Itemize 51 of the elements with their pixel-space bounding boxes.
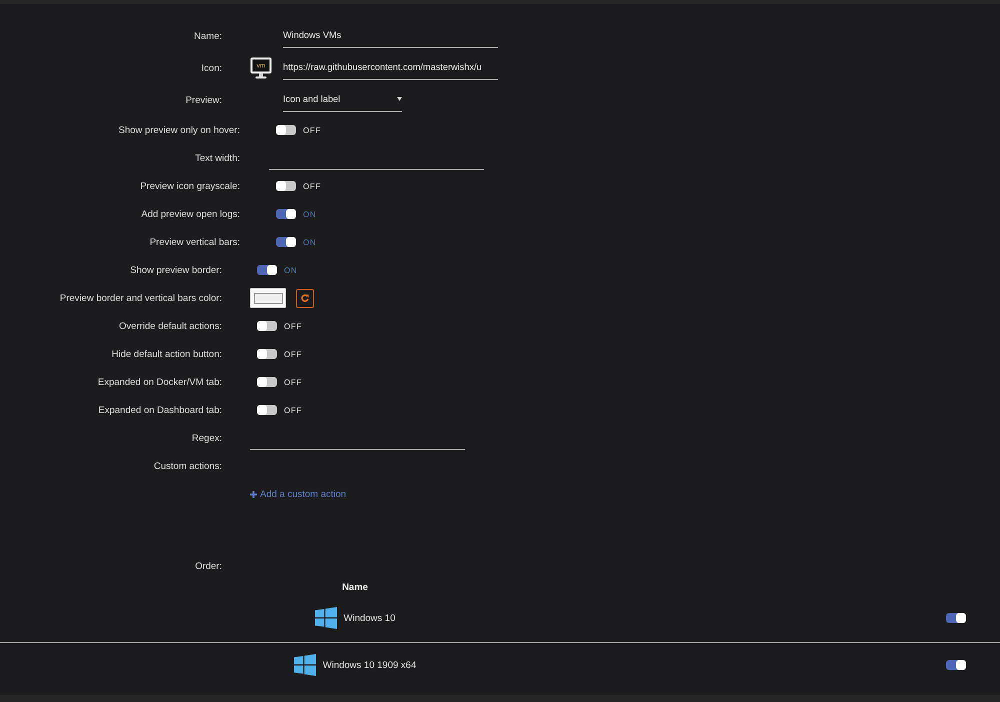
toggle-state-text: OFF bbox=[303, 126, 322, 134]
field-label: Override default actions: bbox=[119, 320, 222, 332]
toggle-state-text: ON bbox=[284, 266, 298, 274]
field-label: Expanded on Docker/VM tab: bbox=[98, 376, 222, 388]
vm-name: Windows 10 bbox=[344, 612, 396, 624]
toggle-switch[interactable] bbox=[257, 405, 277, 415]
field-label: Add preview open logs: bbox=[141, 208, 240, 220]
field-label: Preview icon grayscale: bbox=[140, 180, 240, 192]
toggle-switch[interactable] bbox=[946, 613, 966, 623]
field-label: Show preview only on hover: bbox=[118, 124, 240, 136]
column-header: Name bbox=[342, 582, 368, 592]
toggle-switch[interactable] bbox=[257, 377, 277, 387]
reset-button[interactable] bbox=[296, 288, 314, 308]
url-field[interactable]: https://raw.githubusercontent.com/masterwishx/u bbox=[283, 56, 498, 80]
windows-logo-icon bbox=[294, 654, 316, 676]
field-label: Expanded on Dashboard tab: bbox=[98, 404, 222, 416]
toggle-state-text: OFF bbox=[284, 378, 302, 386]
field-label: Show preview border: bbox=[130, 264, 222, 276]
field-label: Preview vertical bars: bbox=[150, 236, 240, 248]
toggle-switch[interactable] bbox=[257, 265, 277, 275]
field-label: Icon: bbox=[201, 62, 222, 74]
toggle-state-text: OFF bbox=[303, 182, 322, 190]
toggle-switch[interactable] bbox=[276, 209, 296, 219]
toggle-switch[interactable] bbox=[257, 321, 277, 331]
text-field[interactable]: Windows VMs bbox=[283, 24, 498, 48]
toggle-state-text: OFF bbox=[284, 406, 302, 414]
field-label: Text width: bbox=[195, 152, 240, 164]
toggle-switch[interactable] bbox=[276, 237, 296, 247]
toggle-switch[interactable] bbox=[276, 181, 296, 191]
field-label: Custom actions: bbox=[154, 460, 222, 472]
field-label: Hide default action button: bbox=[112, 348, 222, 360]
field-label: Regex: bbox=[192, 432, 222, 444]
field-label: Order: bbox=[195, 560, 222, 572]
toggle-switch[interactable] bbox=[946, 660, 966, 670]
add-custom-action-link[interactable]: Add a custom action bbox=[250, 488, 346, 500]
vm-name: Windows 10 1909 x64 bbox=[322, 660, 416, 670]
toggle-state-text: OFF bbox=[284, 322, 302, 330]
toggle-switch[interactable] bbox=[257, 349, 277, 359]
caret-icon bbox=[397, 97, 402, 101]
plus-icon bbox=[250, 490, 257, 498]
field-label: Preview border and vertical bars color: bbox=[60, 292, 222, 304]
field-label: Preview: bbox=[186, 94, 222, 106]
toggle-state-text: ON bbox=[303, 238, 316, 246]
toggle-switch[interactable] bbox=[276, 125, 296, 135]
windows-logo-icon bbox=[314, 607, 337, 629]
color-picker-button[interactable] bbox=[250, 288, 286, 308]
field-label: Name: bbox=[194, 30, 222, 42]
circular-arrow-icon bbox=[301, 294, 309, 302]
dropdown[interactable]: Icon and label bbox=[283, 88, 402, 112]
toggle-state-text: ON bbox=[303, 210, 316, 218]
toggle-state-text: OFF bbox=[284, 350, 302, 358]
